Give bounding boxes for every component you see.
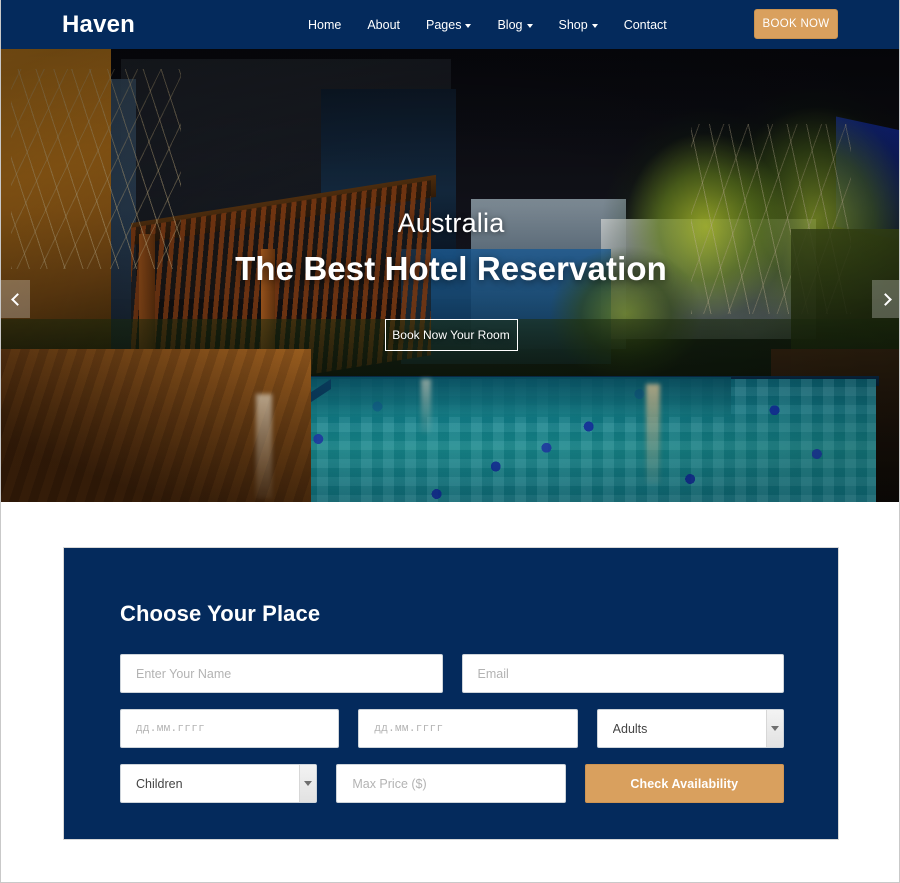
site-header: Haven Home About Pages Blog Shop Contact — [1, 0, 899, 49]
check-availability-button[interactable]: Check Availability — [584, 764, 784, 803]
carousel-prev-button[interactable] — [1, 280, 30, 318]
email-input[interactable] — [461, 654, 784, 693]
site-logo[interactable]: Haven — [62, 11, 135, 39]
main-navigation: Home About Pages Blog Shop Contact — [295, 17, 680, 33]
chevron-down-icon — [465, 24, 472, 28]
nav-item-shop[interactable]: Shop — [546, 17, 611, 33]
nav-label: Home — [308, 18, 342, 32]
nav-label: Contact — [623, 18, 667, 32]
adults-select-wrapper: Adults — [596, 709, 784, 748]
adults-select[interactable]: Adults — [596, 709, 784, 748]
nav-item-about[interactable]: About — [354, 17, 413, 33]
booking-form-fields: Adults Children Check Avai — [120, 654, 784, 819]
hero-title: The Best Hotel Reservation — [235, 250, 667, 287]
children-select-wrapper: Children — [120, 764, 318, 803]
hero-content: Australia The Best Hotel Reservation Boo… — [1, 49, 899, 502]
chevron-right-icon — [878, 292, 892, 306]
children-select[interactable]: Children — [120, 764, 318, 803]
checkin-date-input[interactable] — [120, 709, 340, 748]
nav-item-blog[interactable]: Blog — [484, 17, 545, 33]
nav-label: Blog — [497, 18, 523, 32]
checkout-date-input[interactable] — [358, 709, 578, 748]
booking-form-panel: Choose Your Place Adults — [63, 547, 839, 840]
chevron-down-icon — [591, 24, 598, 28]
hero-subtitle: Australia — [397, 208, 505, 238]
carousel-next-button[interactable] — [872, 280, 899, 318]
hero-carousel: Australia The Best Hotel Reservation Boo… — [1, 49, 899, 502]
form-row-2: Adults — [120, 709, 784, 748]
book-now-button[interactable]: BOOK NOW — [754, 9, 838, 39]
form-row-1 — [120, 654, 784, 693]
nav-item-home[interactable]: Home — [295, 17, 354, 33]
chevron-left-icon — [10, 292, 24, 306]
chevron-down-icon — [526, 24, 533, 28]
name-input[interactable] — [120, 654, 443, 693]
nav-item-contact[interactable]: Contact — [611, 17, 680, 33]
page-root: Haven Home About Pages Blog Shop Contact — [0, 0, 900, 883]
form-row-3: Children Check Availability — [120, 764, 784, 803]
nav-label: Pages — [426, 18, 462, 32]
nav-item-pages[interactable]: Pages — [413, 17, 484, 33]
booking-form-title: Choose Your Place — [120, 601, 321, 626]
nav-label: Shop — [558, 18, 588, 32]
max-price-input[interactable] — [336, 764, 566, 803]
hero-book-button[interactable]: Book Now Your Room — [384, 319, 518, 351]
nav-label: About — [367, 18, 401, 32]
